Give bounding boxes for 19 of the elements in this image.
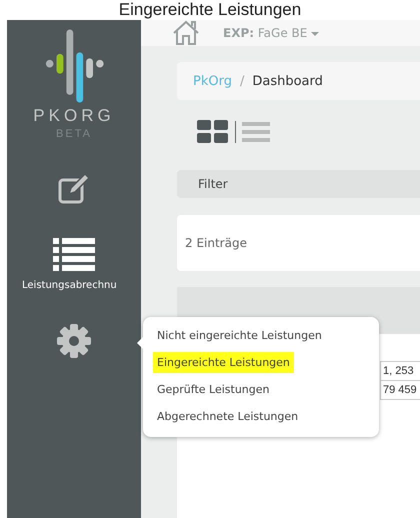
logo-text: PKORG [33, 106, 115, 126]
home-icon[interactable] [171, 20, 201, 46]
submenu-item[interactable]: Geprüfte Leistungen [153, 379, 274, 400]
entries-count: 2 Einträge [185, 236, 247, 250]
table-cell-text: 1, 253 [382, 365, 414, 377]
logo-icon [43, 28, 105, 104]
table-cell-text: 79 459 [382, 384, 417, 396]
edit-icon[interactable] [57, 172, 91, 206]
list-icon[interactable] [53, 238, 95, 272]
breadcrumb-separator: / [240, 74, 244, 88]
settings-icon[interactable] [56, 323, 92, 359]
filter-bar[interactable]: Filter [177, 170, 420, 198]
submenu-item[interactable]: Abgerechnete Leistungen [153, 406, 302, 427]
page-title: Eingereichte Leistungen [118, 0, 302, 20]
grid-view-icon[interactable] [197, 120, 229, 144]
submenu-item[interactable]: Nicht eingereichte Leistungen [153, 325, 326, 346]
submenu-item[interactable]: Eingereichte Leistungen [153, 352, 294, 373]
breadcrumb-current: Dashboard [252, 74, 323, 88]
sidebar-label[interactable]: Leistungsabrechnu [7, 280, 117, 291]
